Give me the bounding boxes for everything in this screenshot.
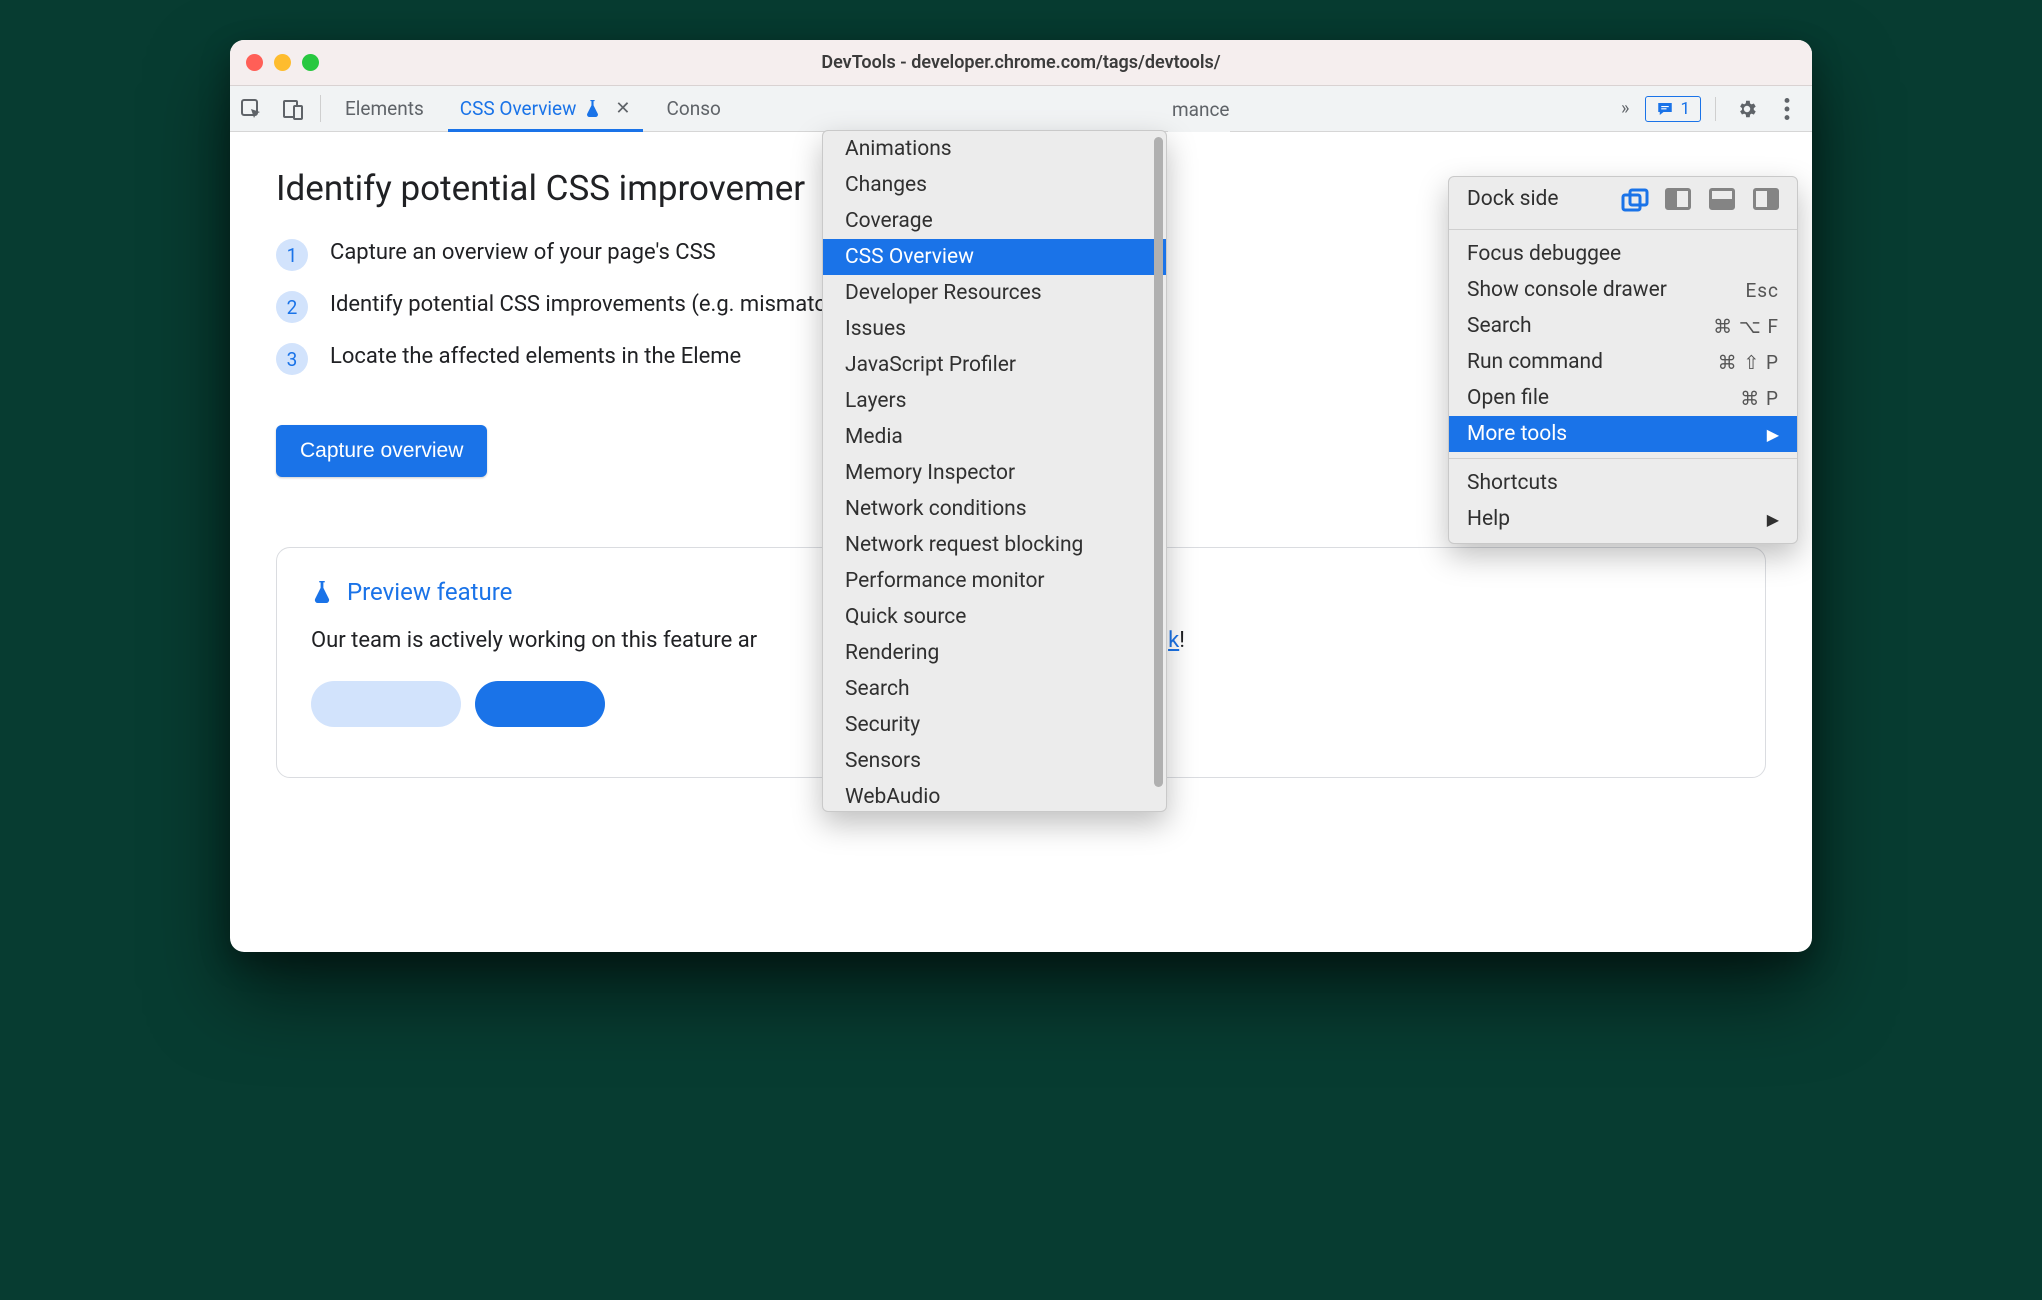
- flask-icon: [584, 99, 601, 118]
- submenu-item-security[interactable]: Security: [823, 707, 1166, 743]
- titlebar: DevTools - developer.chrome.com/tags/dev…: [230, 40, 1812, 86]
- submenu-item-css-overview[interactable]: CSS Overview: [823, 239, 1166, 275]
- tab-performance-fragment[interactable]: mance: [1168, 86, 1230, 132]
- more-tabs-icon[interactable]: »: [1613, 98, 1637, 119]
- submenu-item-coverage[interactable]: Coverage: [823, 203, 1166, 239]
- dock-right-icon[interactable]: [1753, 188, 1779, 210]
- menu-item-more-tools[interactable]: More tools ▶: [1449, 416, 1797, 452]
- dock-side-label: Dock side: [1467, 187, 1609, 211]
- step-number: 3: [276, 343, 308, 375]
- badge-count: 1: [1680, 99, 1690, 119]
- card-pill-button[interactable]: [311, 681, 461, 727]
- submenu-item-network-conditions[interactable]: Network conditions: [823, 491, 1166, 527]
- message-icon: [1656, 100, 1674, 118]
- chevron-right-icon: ▶: [1767, 510, 1779, 529]
- panel-tabs: Elements CSS Overview ✕ Conso: [327, 86, 739, 131]
- submenu-item-sensors[interactable]: Sensors: [823, 743, 1166, 779]
- issues-badge[interactable]: 1: [1645, 96, 1701, 122]
- tab-console[interactable]: Conso: [649, 86, 739, 131]
- submenu-item-issues[interactable]: Issues: [823, 311, 1166, 347]
- dock-undock-icon[interactable]: [1621, 188, 1647, 210]
- submenu-item-webaudio[interactable]: WebAudio: [823, 779, 1166, 811]
- menu-item-shortcuts[interactable]: Shortcuts: [1449, 465, 1797, 501]
- dock-side-row: Dock side: [1449, 177, 1797, 223]
- tab-label: mance: [1172, 98, 1230, 121]
- device-toolbar-icon[interactable]: [272, 86, 314, 131]
- tab-label: Elements: [345, 97, 424, 120]
- step-number: 2: [276, 291, 308, 323]
- submenu-item-changes[interactable]: Changes: [823, 167, 1166, 203]
- kebab-menu-icon[interactable]: [1772, 98, 1802, 120]
- menu-item-help[interactable]: Help ▶: [1449, 501, 1797, 537]
- submenu-item-developer-resources[interactable]: Developer Resources: [823, 275, 1166, 311]
- window-title: DevTools - developer.chrome.com/tags/dev…: [230, 52, 1812, 73]
- tab-label: CSS Overview: [460, 97, 577, 120]
- tab-css-overview[interactable]: CSS Overview ✕: [442, 86, 649, 131]
- submenu-item-layers[interactable]: Layers: [823, 383, 1166, 419]
- toolbar: Elements CSS Overview ✕ Conso » 1: [230, 86, 1812, 132]
- inspect-element-icon[interactable]: [230, 86, 272, 131]
- toolbar-divider: [320, 95, 321, 122]
- close-window-button[interactable]: [246, 54, 263, 71]
- chevron-right-icon: ▶: [1767, 425, 1779, 444]
- submenu-scroll[interactable]: Animations Changes Coverage CSS Overview…: [823, 131, 1166, 811]
- dock-left-icon[interactable]: [1665, 188, 1691, 210]
- step-text: Locate the affected elements in the Elem…: [330, 341, 741, 373]
- dock-bottom-icon[interactable]: [1709, 188, 1735, 210]
- submenu-item-performance-monitor[interactable]: Performance monitor: [823, 563, 1166, 599]
- submenu-item-rendering[interactable]: Rendering: [823, 635, 1166, 671]
- menu-item-run-command[interactable]: Run command ⌘ ⇧ P: [1449, 344, 1797, 380]
- feedback-link-fragment[interactable]: k: [1168, 628, 1179, 653]
- more-tools-submenu: Animations Changes Coverage CSS Overview…: [822, 130, 1167, 812]
- step-text: Identify potential CSS improvements (e.g…: [330, 289, 869, 321]
- main-menu: Dock side Focus debuggee Show console dr…: [1448, 176, 1798, 544]
- capture-overview-button[interactable]: Capture overview: [276, 425, 487, 477]
- dock-icons: [1621, 188, 1779, 210]
- traffic-lights: [246, 54, 319, 71]
- menu-item-search[interactable]: Search ⌘ ⌥ F: [1449, 308, 1797, 344]
- flask-icon: [311, 579, 333, 605]
- submenu-item-javascript-profiler[interactable]: JavaScript Profiler: [823, 347, 1166, 383]
- menu-separator: [1449, 229, 1797, 230]
- card-pill-button[interactable]: [475, 681, 605, 727]
- card-title: Preview feature: [347, 578, 512, 606]
- submenu-item-memory-inspector[interactable]: Memory Inspector: [823, 455, 1166, 491]
- menu-item-show-console-drawer[interactable]: Show console drawer Esc: [1449, 272, 1797, 308]
- menu-separator: [1449, 458, 1797, 459]
- devtools-window: DevTools - developer.chrome.com/tags/dev…: [230, 40, 1812, 952]
- submenu-item-network-request-blocking[interactable]: Network request blocking: [823, 527, 1166, 563]
- step-number: 1: [276, 239, 308, 271]
- step-text: Capture an overview of your page's CSS: [330, 237, 716, 269]
- submenu-item-animations[interactable]: Animations: [823, 131, 1166, 167]
- settings-icon[interactable]: [1730, 98, 1764, 120]
- close-tab-icon[interactable]: ✕: [615, 98, 630, 119]
- menu-item-open-file[interactable]: Open file ⌘ P: [1449, 380, 1797, 416]
- toolbar-right: » 1: [1613, 86, 1812, 131]
- menu-item-focus-debuggee[interactable]: Focus debuggee: [1449, 236, 1797, 272]
- minimize-window-button[interactable]: [274, 54, 291, 71]
- submenu-scrollbar[interactable]: [1154, 137, 1163, 787]
- toolbar-divider: [1715, 97, 1716, 121]
- tab-label: Conso: [667, 97, 721, 120]
- submenu-item-search[interactable]: Search: [823, 671, 1166, 707]
- submenu-item-media[interactable]: Media: [823, 419, 1166, 455]
- tab-elements[interactable]: Elements: [327, 86, 442, 131]
- zoom-window-button[interactable]: [302, 54, 319, 71]
- submenu-item-quick-source[interactable]: Quick source: [823, 599, 1166, 635]
